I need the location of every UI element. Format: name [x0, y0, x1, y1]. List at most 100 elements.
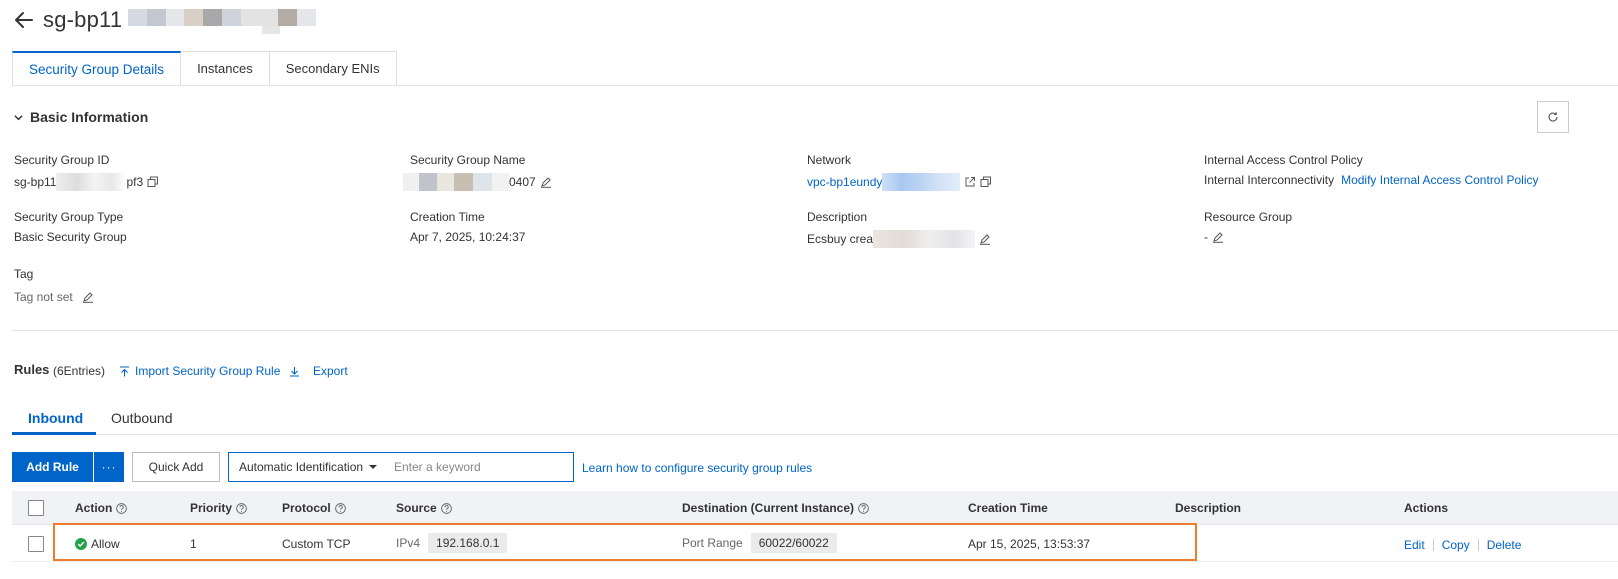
rule-actions: Edit Copy Delete — [1404, 538, 1521, 552]
back-arrow-icon[interactable] — [12, 8, 36, 32]
external-link-icon[interactable] — [964, 176, 976, 188]
copy-rule-link[interactable]: Copy — [1442, 538, 1470, 552]
edit-icon[interactable] — [540, 176, 552, 188]
policy-value: Internal Interconnectivity Modify Intern… — [1204, 173, 1539, 187]
col-source-label: Source — [396, 501, 437, 515]
import-icon — [120, 365, 129, 376]
copy-icon[interactable] — [980, 176, 992, 188]
sg-type-label: Security Group Type — [14, 210, 124, 224]
help-icon[interactable] — [116, 502, 128, 514]
copy-icon[interactable] — [147, 176, 159, 188]
tab-instances[interactable]: Instances — [181, 51, 270, 86]
edit-rule-link[interactable]: Edit — [1404, 538, 1425, 552]
tab-security-group-details[interactable]: Security Group Details — [12, 51, 182, 86]
redacted-name — [403, 173, 509, 191]
policy-text: Internal Interconnectivity — [1204, 173, 1335, 187]
destination-label: Port Range — [682, 536, 743, 550]
rule-source: IPv4 192.168.0.1 — [396, 533, 508, 553]
help-icon[interactable] — [236, 502, 247, 514]
col-destination: Destination (Current Instance) — [682, 501, 869, 515]
tag-text: Tag not set — [14, 290, 73, 304]
help-icon[interactable] — [440, 502, 452, 514]
destination-value-chip: 60022/60022 — [750, 533, 837, 553]
policy-label: Internal Access Control Policy — [1204, 153, 1363, 167]
check-circle-icon — [75, 538, 87, 550]
redacted-title-tail — [262, 26, 280, 34]
created-value: Apr 7, 2025, 10:24:37 — [410, 230, 526, 244]
help-icon[interactable] — [334, 502, 346, 514]
page-title: sg-bp11 — [43, 7, 123, 32]
redacted-description — [873, 230, 976, 248]
basic-info-toggle[interactable]: Basic Information — [14, 109, 148, 125]
help-icon[interactable] — [858, 502, 869, 514]
section-divider — [12, 330, 1618, 331]
rule-created: Apr 15, 2025, 13:53:37 — [968, 537, 1091, 551]
rule-action: Allow — [75, 537, 120, 551]
export-label: Export — [313, 364, 348, 378]
edit-icon[interactable] — [979, 233, 991, 245]
tab-inbound[interactable]: Inbound — [28, 410, 83, 426]
resource-group-label: Resource Group — [1204, 210, 1293, 224]
edit-icon[interactable] — [1212, 231, 1224, 243]
search-type-select[interactable]: Automatic Identification — [229, 453, 386, 481]
rules-title: Rules — [14, 362, 50, 377]
resource-group-value: - — [1204, 230, 1224, 244]
redacted-title — [128, 9, 316, 26]
source-type: IPv4 — [396, 536, 421, 550]
active-tab-indicator — [12, 432, 96, 435]
sg-id-value: sg-bp11 pf3 — [14, 173, 159, 191]
search-type-value: Automatic Identification — [239, 460, 364, 474]
tab-outbound[interactable]: Outbound — [111, 410, 173, 426]
created-label: Creation Time — [410, 210, 485, 224]
quick-add-button[interactable]: Quick Add — [132, 452, 220, 482]
learn-more-link[interactable]: Learn how to configure security group ru… — [582, 461, 812, 475]
delete-rule-link[interactable]: Delete — [1487, 538, 1522, 552]
more-actions-button[interactable]: ··· — [94, 452, 124, 482]
refresh-icon — [1548, 112, 1558, 122]
network-label: Network — [807, 153, 852, 167]
network-value: vpc-bp1eundy — [807, 173, 992, 191]
sg-name-value: 0407 — [403, 173, 552, 191]
refresh-button[interactable] — [1537, 101, 1569, 133]
search-input[interactable] — [386, 453, 573, 481]
sg-name-label: Security Group Name — [410, 153, 526, 167]
tab-secondary-enis[interactable]: Secondary ENIs — [269, 51, 397, 86]
network-link[interactable]: vpc-bp1eundy — [807, 175, 882, 189]
col-action: Action — [75, 501, 128, 515]
sg-id-prefix: sg-bp11 — [14, 175, 57, 189]
redacted-id — [56, 173, 127, 191]
col-protocol-label: Protocol — [282, 501, 331, 515]
row-checkbox[interactable] — [28, 536, 44, 552]
rule-priority: 1 — [190, 537, 197, 551]
description-label: Description — [807, 210, 868, 224]
description-value: Ecsbuy crea — [807, 230, 991, 248]
rule-action-text: Allow — [91, 537, 120, 551]
table-row: Allow 1 Custom TCP IPv4 192.168.0.1 Port… — [12, 526, 1618, 562]
col-description: Description — [1175, 501, 1242, 515]
description-text: Ecsbuy crea — [807, 232, 874, 246]
tag-label: Tag — [14, 267, 34, 281]
select-all-checkbox[interactable] — [28, 500, 44, 516]
col-actions: Actions — [1404, 501, 1449, 515]
detail-tabs: Security Group Details Instances Seconda… — [12, 51, 397, 86]
tabs-divider — [12, 85, 1618, 86]
modify-policy-link[interactable]: Modify Internal Access Control Policy — [1341, 173, 1538, 187]
edit-icon[interactable] — [82, 291, 94, 303]
add-rule-button[interactable]: Add Rule — [12, 452, 93, 482]
import-rule-link[interactable]: Import Security Group Rule — [119, 364, 280, 378]
sg-name-suffix: 0407 — [509, 175, 536, 189]
source-value-chip: 192.168.0.1 — [428, 533, 508, 553]
col-priority-label: Priority — [190, 501, 233, 515]
col-source: Source — [396, 501, 452, 515]
sg-id-suffix: pf3 — [126, 175, 144, 189]
download-icon — [290, 366, 299, 377]
tag-value: Tag not set — [14, 290, 94, 304]
export-link[interactable]: Export — [289, 364, 348, 378]
separator — [1432, 539, 1434, 551]
redacted-vpc — [882, 173, 961, 191]
rule-destination: Port Range 60022/60022 — [682, 533, 837, 553]
import-rule-label: Import Security Group Rule — [135, 364, 281, 378]
col-destination-label: Destination (Current Instance) — [682, 501, 855, 515]
subtabs-divider — [12, 434, 1618, 435]
col-action-label: Action — [75, 501, 113, 515]
